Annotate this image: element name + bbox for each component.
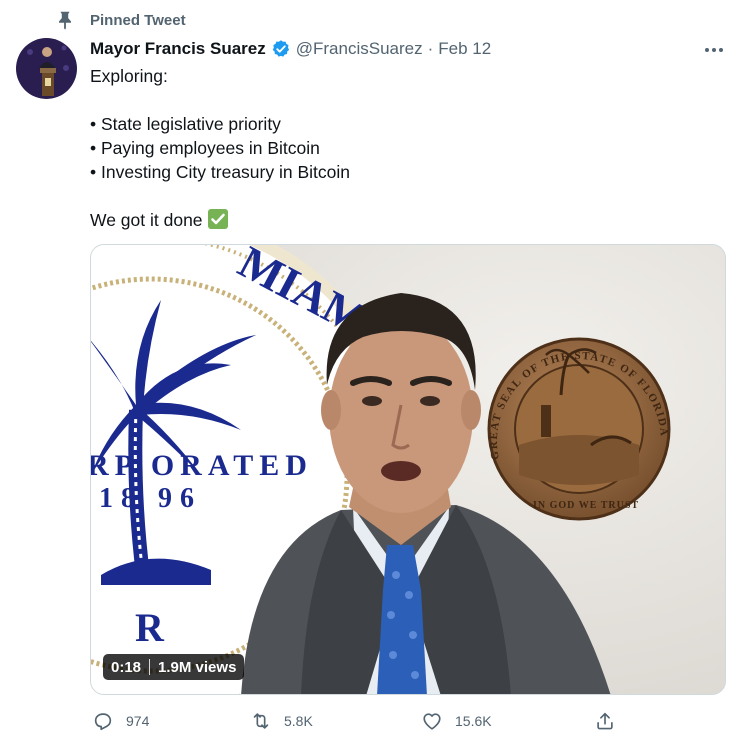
- retweet-count: 5.8K: [284, 713, 313, 729]
- retweet-button[interactable]: 5.8K: [250, 706, 313, 736]
- florida-seal: GREAT SEAL OF THE STATE OF FLORIDA IN GO…: [487, 337, 671, 521]
- reply-icon: [94, 713, 112, 731]
- retweet-icon: [253, 713, 269, 729]
- more-options-icon[interactable]: [702, 40, 726, 60]
- author-handle[interactable]: @FrancisSuarez: [296, 39, 423, 59]
- tweet-header: Mayor Francis Suarez @FrancisSuarez · Fe…: [90, 37, 491, 61]
- pinned-tweet-indicator: Pinned Tweet: [54, 8, 186, 32]
- badge-divider: [149, 659, 151, 675]
- video-info-badge: 0:18 1.9M views: [103, 654, 245, 680]
- avatar[interactable]: [16, 38, 77, 99]
- video-time: 0:18: [111, 658, 142, 676]
- florida-seal-bottom: IN GOD WE TRUST: [533, 500, 639, 511]
- check-mark-icon: [207, 209, 228, 229]
- verified-badge-icon: [272, 40, 289, 57]
- like-button[interactable]: 15.6K: [421, 706, 492, 736]
- video-views: 1.9M views: [158, 658, 237, 676]
- share-button[interactable]: [594, 706, 628, 736]
- tweet-actions: 974 5.8K 15.6K: [86, 706, 726, 736]
- seal-text-bottom: R: [135, 605, 165, 650]
- video-player[interactable]: MIAM RP ORATED 18 96 R GREAT SEAL OF THE…: [90, 244, 726, 695]
- tweet-text: Exploring: • State legislative priority …: [90, 64, 720, 232]
- pinned-label: Pinned Tweet: [90, 11, 186, 29]
- seal-text-left: RP ORATED: [91, 449, 313, 482]
- tweet-body: Exploring: • State legislative priority …: [90, 66, 350, 230]
- seal-year: 18 96: [99, 483, 202, 514]
- reply-button[interactable]: 974: [92, 706, 149, 736]
- separator-dot: ·: [427, 39, 434, 58]
- tweet-date[interactable]: Feb 12: [438, 39, 491, 59]
- heart-icon: [423, 713, 441, 730]
- display-name[interactable]: Mayor Francis Suarez: [90, 39, 266, 59]
- reply-count: 974: [126, 713, 150, 729]
- pin-icon: [59, 11, 71, 30]
- share-icon: [597, 712, 613, 730]
- like-count: 15.6K: [455, 713, 492, 729]
